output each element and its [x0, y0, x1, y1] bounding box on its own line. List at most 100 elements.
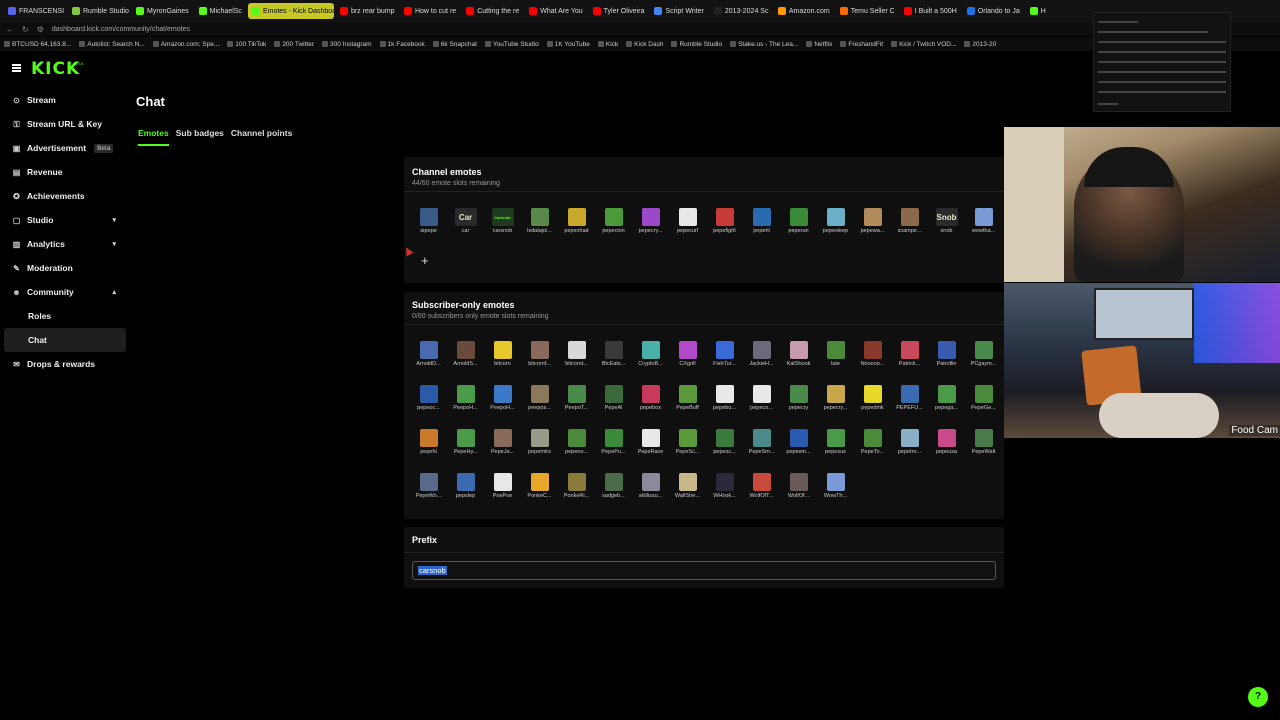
browser-tab[interactable]: H [1026, 3, 1050, 19]
emote-item[interactable]: skillissu... [632, 470, 669, 514]
emote-item[interactable]: PeepoH... [447, 382, 484, 426]
bookmark-item[interactable]: 1k Facebook [379, 41, 425, 48]
emote-item[interactable]: WolfOfT... [743, 470, 780, 514]
browser-tab[interactable]: FRANSCENSI [4, 3, 66, 19]
reload-icon[interactable]: ↻ [22, 25, 29, 34]
emote-item[interactable]: PepeSm... [743, 426, 780, 470]
emote-item[interactable]: WallStre... [669, 470, 706, 514]
emote-item[interactable]: pepeco... [743, 382, 780, 426]
browser-tab[interactable]: Script Writer [650, 3, 707, 19]
emote-item[interactable]: ArnoldD... [410, 338, 447, 382]
browser-tab[interactable]: Rumble Studio [68, 3, 130, 19]
browser-tab[interactable]: 2013-2024 Sc [710, 3, 772, 19]
emote-item[interactable]: pepecurl [669, 205, 706, 249]
emote-item[interactable]: pepeoc... [410, 382, 447, 426]
browser-tab[interactable]: MyronGaines [132, 3, 193, 19]
emote-item[interactable]: PepeWalt [965, 426, 1002, 470]
emote-item[interactable]: ArnoldS... [447, 338, 484, 382]
bookmark-item[interactable]: 100 TikTok [227, 41, 266, 48]
emote-item[interactable]: PCgaym... [965, 338, 1002, 382]
hamburger-menu-icon[interactable] [12, 64, 21, 72]
tab-emotes[interactable]: Emotes [138, 128, 169, 146]
emote-item[interactable]: pepega... [928, 382, 965, 426]
sidebar-item-revenue[interactable]: ▤ Revenue [4, 160, 126, 184]
emote-item[interactable]: pepeno... [558, 426, 595, 470]
emote-item[interactable]: PepeRace [632, 426, 669, 470]
emote-item[interactable]: bitcornt... [558, 338, 595, 382]
emote-item[interactable]: pepehl [743, 205, 780, 249]
emote-item[interactable]: bitcorn [484, 338, 521, 382]
sidebar-item-drops-rewards[interactable]: ✉ Drops & rewards [4, 352, 126, 376]
sidebar-item-studio[interactable]: ▢ Studio ▾ [4, 208, 126, 232]
emote-item[interactable]: pepemtrx [521, 426, 558, 470]
emote-item[interactable]: Patrollin [928, 338, 965, 382]
browser-tab[interactable]: How to cut re [400, 3, 460, 19]
bookmark-item[interactable]: 6k Snapchat [432, 41, 477, 48]
emote-item[interactable]: Patrick... [891, 338, 928, 382]
bookmark-item[interactable]: Stake.us - The Lea... [730, 41, 798, 48]
emote-item[interactable]: WolfOf... [780, 470, 817, 514]
emote-item[interactable]: PonkeRi... [558, 470, 595, 514]
emote-item[interactable]: Car car [447, 205, 484, 249]
browser-tab[interactable]: Orlando to Ja [963, 3, 1024, 19]
bookmark-item[interactable]: 2013-20 [964, 41, 996, 48]
emote-item[interactable]: pepebox [632, 382, 669, 426]
emote-item[interactable]: scampe... [891, 205, 928, 249]
chevron-down-icon[interactable]: ▾ [112, 216, 116, 224]
bookmark-item[interactable]: Autolist: Search N... [79, 41, 145, 48]
emote-item[interactable]: PepeSc... [669, 426, 706, 470]
emote-item[interactable]: sadgeb... [595, 470, 632, 514]
bookmark-item[interactable]: Rumble Studio [671, 41, 722, 48]
site-info-icon[interactable]: ⚙ [37, 25, 44, 34]
emote-item[interactable]: pepesm... [780, 426, 817, 470]
emote-item[interactable]: PeepoT... [558, 382, 595, 426]
bookmark-item[interactable]: 1K YouTube [546, 41, 590, 48]
emote-item[interactable]: PepePu... [595, 426, 632, 470]
sidebar-item-stream-url-key[interactable]: ⚿ Stream URL & Key [4, 112, 126, 136]
bookmark-item[interactable]: Kick Dash [626, 41, 663, 48]
emote-item[interactable]: pepefight [706, 205, 743, 249]
emote-item[interactable]: lsdatajoi... [521, 205, 558, 249]
emote-item[interactable]: PepeTo... [854, 426, 891, 470]
url-text[interactable]: dashboard.kick.com/community/chat/emotes [52, 26, 190, 33]
bookmark-item[interactable]: 300 Instagram [322, 41, 372, 48]
emote-item[interactable]: pepewa... [854, 205, 891, 249]
emote-item[interactable]: pepebu... [706, 382, 743, 426]
help-chat-icon[interactable]: ? [1248, 687, 1268, 707]
emote-item[interactable]: BtcEats... [595, 338, 632, 382]
emote-item[interactable]: pepehl [410, 426, 447, 470]
emote-item[interactable]: wowtha... [965, 205, 1002, 249]
emote-item[interactable]: PEPEFU... [891, 382, 928, 426]
address-bar[interactable]: ← ↻ ⚙ dashboard.kick.com/community/chat/… [0, 22, 1280, 36]
chevron-up-icon[interactable]: ▴ [112, 288, 116, 296]
emote-item[interactable]: peepos... [521, 382, 558, 426]
emote-item[interactable]: PepeBuff [669, 382, 706, 426]
sidebar-item-community[interactable]: ☻ Community ▴ [4, 280, 126, 304]
tab-sub-badges[interactable]: Sub badges [176, 128, 224, 146]
sidebar-item-stream[interactable]: ⊙ Stream [4, 88, 126, 112]
bookmark-item[interactable]: Amazon.com: Spe... [152, 41, 219, 48]
sidebar-item-roles[interactable]: Roles [4, 304, 126, 328]
prefix-input[interactable]: carsnob [412, 561, 996, 580]
browser-tab[interactable]: Amazon.com [774, 3, 834, 19]
emote-item[interactable]: KatShook [780, 338, 817, 382]
sidebar-item-advertisement[interactable]: ▣ Advertisement Beta [4, 136, 126, 160]
emote-item[interactable]: Snob snob [928, 205, 965, 249]
emote-item[interactable]: aipepe [410, 205, 447, 249]
emote-item[interactable]: PepeWo... [410, 470, 447, 514]
bookmark-item[interactable]: FreshandFit [840, 41, 883, 48]
sidebar-item-moderation[interactable]: ✎ Moderation [4, 256, 126, 280]
emote-item[interactable]: WowTh... [817, 470, 854, 514]
emote-item[interactable]: pepecry [780, 382, 817, 426]
add-emote-button[interactable]: + [421, 254, 429, 267]
chevron-down-icon[interactable]: ▾ [112, 240, 116, 248]
tab-channel-points[interactable]: Channel points [231, 128, 292, 146]
emote-item[interactable]: Carsnob carsnob [484, 205, 521, 249]
emote-item[interactable]: PepeJa... [484, 426, 521, 470]
emote-item[interactable]: Nooooo... [854, 338, 891, 382]
emote-item[interactable]: pepesus [817, 426, 854, 470]
emote-item[interactable]: WHook... [706, 470, 743, 514]
emote-item[interactable]: PeepoH... [484, 382, 521, 426]
emote-item[interactable]: pepecry... [817, 382, 854, 426]
sidebar-item-chat[interactable]: Chat [4, 328, 126, 352]
